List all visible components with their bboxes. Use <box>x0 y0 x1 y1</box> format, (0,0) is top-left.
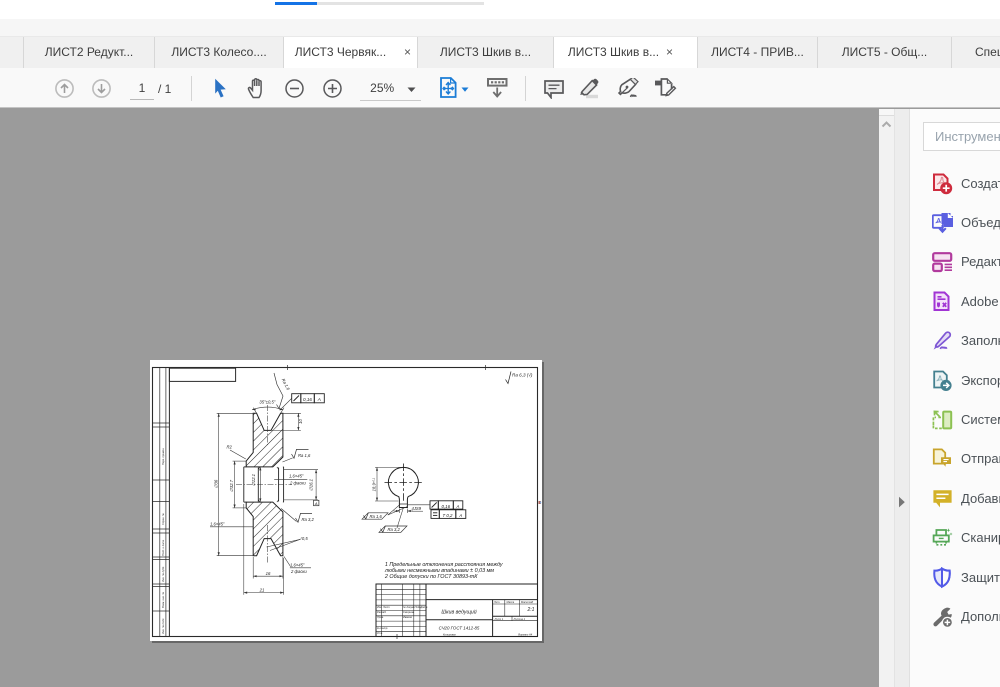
svg-text:A: A <box>317 397 321 402</box>
svg-text:Взам. инв. №: Взам. инв. № <box>161 592 165 608</box>
svg-text:Разраб.: Разраб. <box>377 610 387 614</box>
svg-text:Ra 6,3 (√): Ra 6,3 (√) <box>512 373 533 378</box>
svg-text:1,6×45°: 1,6×45° <box>290 562 305 567</box>
svg-text:18,9+0,1: 18,9+0,1 <box>371 477 376 491</box>
svg-text:Смирнов: Смирнов <box>403 610 414 614</box>
svg-text:Формат А4: Формат А4 <box>518 633 533 637</box>
svg-text:Перв. примен.: Перв. примен. <box>161 447 165 465</box>
svg-text:Ra 3,2: Ra 3,2 <box>302 517 315 522</box>
svg-text:Утв.: Утв. <box>377 631 383 635</box>
svg-text:СЧ20 ГОСТ 1412-85: СЧ20 ГОСТ 1412-85 <box>439 626 480 631</box>
svg-text:35°±0,5°: 35°±0,5° <box>259 400 275 405</box>
svg-text:Ra 1,6: Ra 1,6 <box>281 378 292 392</box>
svg-text:2:1: 2:1 <box>527 607 535 613</box>
svg-text:Инв. № подл.: Инв. № подл. <box>161 618 165 634</box>
svg-text:A: A <box>456 504 460 509</box>
svg-text:Ra 1,6: Ra 1,6 <box>370 514 383 519</box>
svg-text:Н.контр.: Н.контр. <box>377 626 388 630</box>
svg-text:2 Общие допуски по ГОСТ 30893-: 2 Общие допуски по ГОСТ 30893-mК <box>384 574 478 580</box>
svg-text:16: 16 <box>266 571 271 576</box>
svg-text:Масса: Масса <box>507 600 515 604</box>
svg-text:∅16.1: ∅16.1 <box>309 478 314 491</box>
svg-text:Иванов: Иванов <box>403 615 412 619</box>
svg-text:r0,5: r0,5 <box>301 536 309 541</box>
svg-text:Лит.: Лит. <box>493 600 500 604</box>
svg-text:1,6×45°: 1,6×45° <box>210 521 225 526</box>
svg-text:A: A <box>458 513 462 518</box>
svg-text:Подп. и дата: Подп. и дата <box>161 539 165 556</box>
svg-text:Листов 1: Листов 1 <box>513 617 526 621</box>
svg-text:R2: R2 <box>227 445 233 450</box>
svg-text:∅36: ∅36 <box>213 479 218 488</box>
svg-text:∅32.7: ∅32.7 <box>229 479 234 492</box>
svg-text:Копировал: Копировал <box>443 633 456 637</box>
svg-text:Ra 1,6: Ra 1,6 <box>298 453 311 458</box>
svg-text:Инв. № дубл.: Инв. № дубл. <box>161 566 165 582</box>
svg-text:Лист: Лист <box>382 605 391 609</box>
svg-text:∅12.1: ∅12.1 <box>251 473 256 486</box>
svg-text:Лист 1: Лист 1 <box>494 617 504 621</box>
svg-text:Справ. №: Справ. № <box>161 513 165 525</box>
svg-text:2 фаски: 2 фаски <box>290 569 307 574</box>
svg-text:0,16: 0,16 <box>303 397 312 402</box>
svg-text:1,6×45°: 1,6×45° <box>289 474 304 479</box>
svg-text:Пров.: Пров. <box>377 615 384 619</box>
svg-text:Шкив ведущий: Шкив ведущий <box>441 609 476 616</box>
svg-text:2 фаски: 2 фаски <box>289 481 306 486</box>
svg-text:№ докум.: № докум. <box>403 605 415 609</box>
svg-text:10: 10 <box>298 419 303 424</box>
svg-text:T 0,2: T 0,2 <box>442 513 453 518</box>
svg-text:4JS9: 4JS9 <box>412 506 422 511</box>
svg-text:0,16: 0,16 <box>442 504 451 509</box>
svg-text:21: 21 <box>259 587 265 592</box>
svg-text:Изм: Изм <box>377 605 382 609</box>
svg-text:A: A <box>314 501 318 506</box>
svg-text:Масштаб: Масштаб <box>521 600 534 604</box>
svg-text:Дата: Дата <box>420 605 428 609</box>
svg-text:Ra 3,2: Ra 3,2 <box>388 527 401 532</box>
